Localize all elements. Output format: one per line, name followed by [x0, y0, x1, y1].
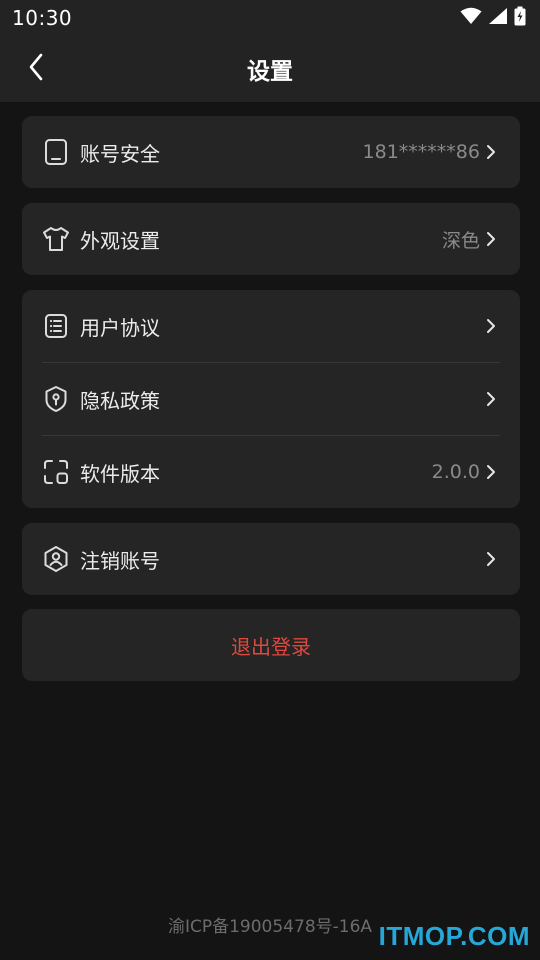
chevron-right-icon [484, 229, 498, 249]
settings-item-appearance[interactable]: 外观设置 深色 [22, 203, 520, 275]
settings-item-label: 注销账号 [80, 548, 160, 573]
settings-item-value: 深色 [441, 229, 480, 252]
settings-item-delete-account[interactable]: 注销账号 [22, 523, 520, 595]
cellular-signal-icon [488, 7, 508, 29]
header: 设置 [0, 36, 540, 102]
settings-item-value: 181******86 [362, 141, 480, 163]
status-bar: 10:30 [0, 0, 540, 36]
delete-account-card: 注销账号 [22, 523, 520, 595]
account-card: 账号安全 181******86 [22, 116, 520, 188]
shirt-icon [42, 225, 70, 253]
user-shield-icon [42, 545, 70, 573]
settings-item-account-security[interactable]: 账号安全 181******86 [22, 116, 520, 188]
battery-charging-icon [514, 6, 526, 30]
status-icons [460, 6, 526, 30]
back-button[interactable] [18, 49, 54, 89]
chevron-right-icon [484, 462, 498, 482]
settings-item-label: 用户协议 [80, 315, 160, 340]
shield-key-icon [42, 385, 70, 413]
settings-item-software-version[interactable]: 软件版本 2.0.0 [22, 436, 520, 508]
chevron-right-icon [484, 389, 498, 409]
phone-icon [42, 138, 70, 166]
document-list-icon [42, 312, 70, 340]
page-title: 设置 [247, 59, 293, 85]
settings-item-privacy-policy[interactable]: 隐私政策 [22, 363, 520, 435]
settings-item-user-agreement[interactable]: 用户协议 [22, 290, 520, 362]
watermark-logo: ITMOP.COM [378, 921, 530, 951]
settings-item-label: 软件版本 [80, 461, 160, 486]
settings-item-label: 账号安全 [80, 141, 160, 166]
chevron-right-icon [484, 316, 498, 336]
logout-label: 退出登录 [231, 634, 311, 659]
chevron-right-icon [484, 549, 498, 569]
chevron-right-icon [484, 142, 498, 162]
logout-button[interactable]: 退出登录 [22, 609, 520, 681]
apps-icon [42, 458, 70, 486]
appearance-card: 外观设置 深色 [22, 203, 520, 275]
info-card: 用户协议 隐私政策 软件版本 2.0.0 [22, 290, 520, 508]
settings-item-label: 隐私政策 [80, 388, 160, 413]
settings-item-value: 2.0.0 [431, 461, 480, 483]
wifi-icon [460, 7, 482, 29]
chevron-left-icon [28, 53, 44, 85]
status-time: 10:30 [12, 6, 73, 30]
settings-item-label: 外观设置 [80, 228, 160, 253]
